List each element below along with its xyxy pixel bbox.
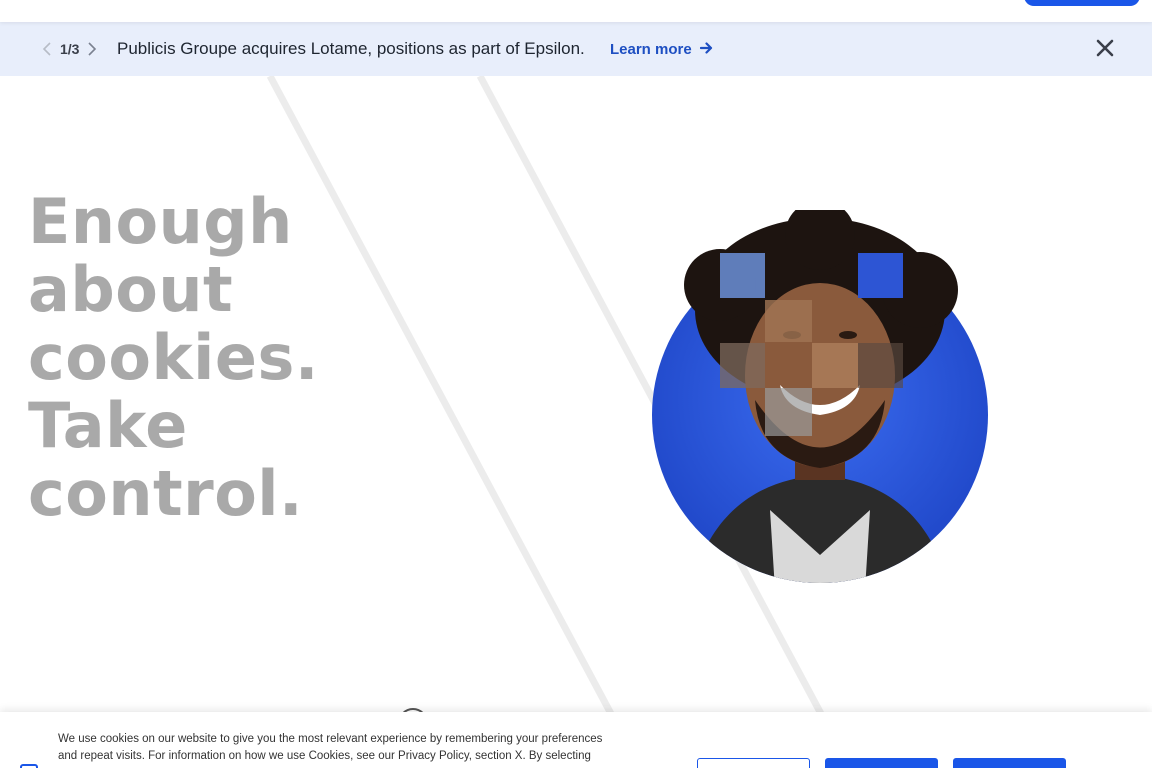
chevron-right-icon[interactable] — [85, 39, 99, 59]
announcement-counter: 1/3 — [60, 41, 80, 57]
arrow-right-icon — [699, 41, 713, 58]
top-navigation-bar — [0, 0, 1152, 22]
cookie-consent-text: We use cookies on our website to give yo… — [58, 731, 658, 765]
learn-more-label: Learn more — [610, 40, 692, 58]
cookie-consent-banner: We use cookies on our website to give yo… — [0, 712, 1152, 768]
learn-more-link[interactable]: Learn more — [610, 22, 713, 76]
chevron-left-icon[interactable] — [40, 39, 54, 59]
nav-cta-button[interactable] — [1024, 0, 1140, 6]
cookie-text-line: and repeat visits. For information on ho… — [58, 750, 591, 762]
cookie-text-line: We use cookies on our website to give yo… — [58, 733, 603, 745]
headline-line: control. — [28, 457, 304, 530]
announcement-pager: 1/3 — [40, 22, 99, 76]
announcement-bar: 1/3 Publicis Groupe acquires Lotame, pos… — [0, 22, 1152, 76]
cookie-reject-button[interactable] — [825, 758, 938, 768]
close-icon[interactable] — [1093, 36, 1117, 60]
cookie-checkbox[interactable] — [20, 764, 38, 768]
cookie-accept-button[interactable] — [953, 758, 1066, 768]
headline-line: Enough about — [28, 185, 293, 326]
cookie-settings-button[interactable] — [697, 758, 810, 768]
headline-line: cookies. Take — [28, 321, 319, 462]
hero-portrait-image — [652, 210, 988, 583]
announcement-message: Publicis Groupe acquires Lotame, positio… — [117, 39, 585, 58]
hero-headline: Enough about cookies. Take control. — [28, 188, 488, 528]
